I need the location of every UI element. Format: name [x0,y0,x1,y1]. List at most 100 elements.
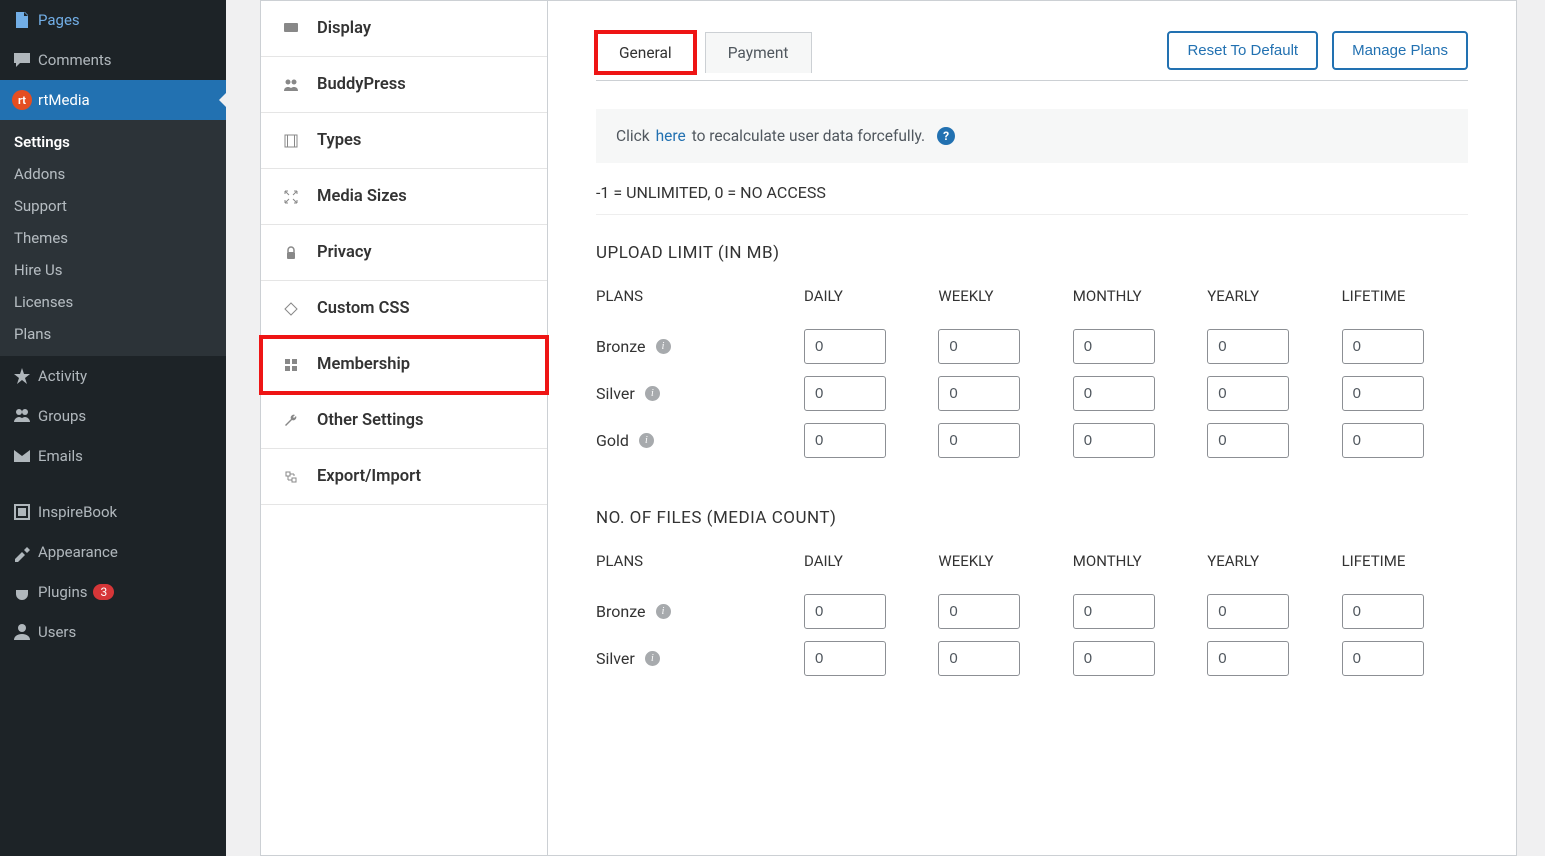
limit-input[interactable] [938,376,1020,411]
settings-side-tabs: Display BuddyPress Types Media Sizes Pri… [261,1,548,855]
htab-general[interactable]: General [596,32,695,73]
table-row: Bronzei [596,594,1468,629]
limit-input[interactable] [804,329,886,364]
tab-custom-css[interactable]: Custom CSS [261,281,547,337]
menu-pages[interactable]: Pages [0,0,226,40]
recalculate-notice: Click here to recalculate user data forc… [596,109,1468,163]
help-icon[interactable]: ? [937,127,955,145]
menu-label: rtMedia [38,91,90,109]
manage-plans-button[interactable]: Manage Plans [1332,31,1468,70]
emails-icon [12,446,38,466]
limit-input[interactable] [1207,376,1289,411]
limit-input[interactable] [1342,423,1424,458]
groups-icon [12,406,38,426]
menu-appearance[interactable]: Appearance [0,532,226,572]
info-icon[interactable]: i [656,339,671,354]
appearance-icon [12,542,38,562]
limit-input[interactable] [1207,423,1289,458]
menu-rtmedia[interactable]: rt rtMedia [0,80,226,120]
table-row: Goldi [596,423,1468,458]
sub-addons[interactable]: Addons [0,158,226,190]
sub-support[interactable]: Support [0,190,226,222]
recalculate-link[interactable]: here [656,127,686,145]
menu-label: Emails [38,447,83,465]
limit-input[interactable] [804,423,886,458]
table-header-row: PLANS DAILY WEEKLY MONTHLY YEARLY LIFETI… [596,552,1468,570]
limit-input[interactable] [804,641,886,676]
limit-input[interactable] [938,641,1020,676]
col-yearly: YEARLY [1207,552,1333,570]
col-daily: DAILY [804,287,930,305]
menu-plugins[interactable]: Plugins 3 [0,572,226,612]
limit-input[interactable] [1207,641,1289,676]
sub-themes[interactable]: Themes [0,222,226,254]
tab-buddypress[interactable]: BuddyPress [261,57,547,113]
tab-other-settings[interactable]: Other Settings [261,393,547,449]
limit-input[interactable] [1207,329,1289,364]
media-sizes-icon [283,189,301,205]
limit-input[interactable] [938,594,1020,629]
menu-comments[interactable]: Comments [0,40,226,80]
limit-input[interactable] [1073,641,1155,676]
limit-input[interactable] [1073,329,1155,364]
table-header-row: PLANS DAILY WEEKLY MONTHLY YEARLY LIFETI… [596,287,1468,305]
limit-input[interactable] [1342,641,1424,676]
limit-input[interactable] [1073,376,1155,411]
tab-display[interactable]: Display [261,1,547,57]
limit-input[interactable] [1342,376,1424,411]
menu-label: Pages [38,11,80,29]
col-weekly: WEEKLY [938,287,1064,305]
tab-export-import[interactable]: Export/Import [261,449,547,505]
reset-to-default-button[interactable]: Reset To Default [1167,31,1318,70]
sub-plans[interactable]: Plans [0,318,226,350]
display-icon [283,21,301,37]
tab-types[interactable]: Types [261,113,547,169]
table-row: Silveri [596,641,1468,676]
col-yearly: YEARLY [1207,287,1333,305]
menu-label: Users [38,623,76,641]
limit-input[interactable] [1207,594,1289,629]
limit-input[interactable] [1342,594,1424,629]
menu-inspirebook[interactable]: InspireBook [0,492,226,532]
info-icon[interactable]: i [645,651,660,666]
menu-groups[interactable]: Groups [0,396,226,436]
limit-input[interactable] [938,329,1020,364]
menu-emails[interactable]: Emails [0,436,226,476]
table-row: Bronzei [596,329,1468,364]
limit-input[interactable] [938,423,1020,458]
plugins-count-badge: 3 [93,584,114,600]
admin-sidebar: Pages Comments rt rtMedia Settings Addon… [0,0,226,856]
users-icon [12,622,38,642]
rtmedia-submenu: Settings Addons Support Themes Hire Us L… [0,120,226,356]
tab-media-sizes[interactable]: Media Sizes [261,169,547,225]
limit-input[interactable] [1342,329,1424,364]
sub-licenses[interactable]: Licenses [0,286,226,318]
tab-privacy[interactable]: Privacy [261,225,547,281]
info-icon[interactable]: i [645,386,660,401]
settings-panel: Display BuddyPress Types Media Sizes Pri… [260,0,1517,856]
sub-settings[interactable]: Settings [0,126,226,158]
col-plans: PLANS [596,552,796,570]
limit-input[interactable] [1073,594,1155,629]
inspirebook-icon [12,502,38,522]
legend-text: -1 = UNLIMITED, 0 = NO ACCESS [596,183,1468,215]
limit-input[interactable] [804,376,886,411]
upload-limit-table: PLANS DAILY WEEKLY MONTHLY YEARLY LIFETI… [596,287,1468,458]
col-monthly: MONTHLY [1073,552,1199,570]
menu-label: Appearance [38,543,118,561]
col-monthly: MONTHLY [1073,287,1199,305]
content-wrap: Display BuddyPress Types Media Sizes Pri… [226,0,1545,856]
pages-icon [12,10,38,30]
sub-hireus[interactable]: Hire Us [0,254,226,286]
menu-activity[interactable]: Activity [0,356,226,396]
tab-membership[interactable]: Membership [261,337,547,393]
limit-input[interactable] [1073,423,1155,458]
col-lifetime: LIFETIME [1342,287,1468,305]
menu-users[interactable]: Users [0,612,226,652]
table-row: Silveri [596,376,1468,411]
limit-input[interactable] [804,594,886,629]
info-icon[interactable]: i [639,433,654,448]
info-icon[interactable]: i [656,604,671,619]
htab-payment[interactable]: Payment [705,32,812,73]
section-file-count-title: NO. OF FILES (MEDIA COUNT) [596,508,1468,528]
